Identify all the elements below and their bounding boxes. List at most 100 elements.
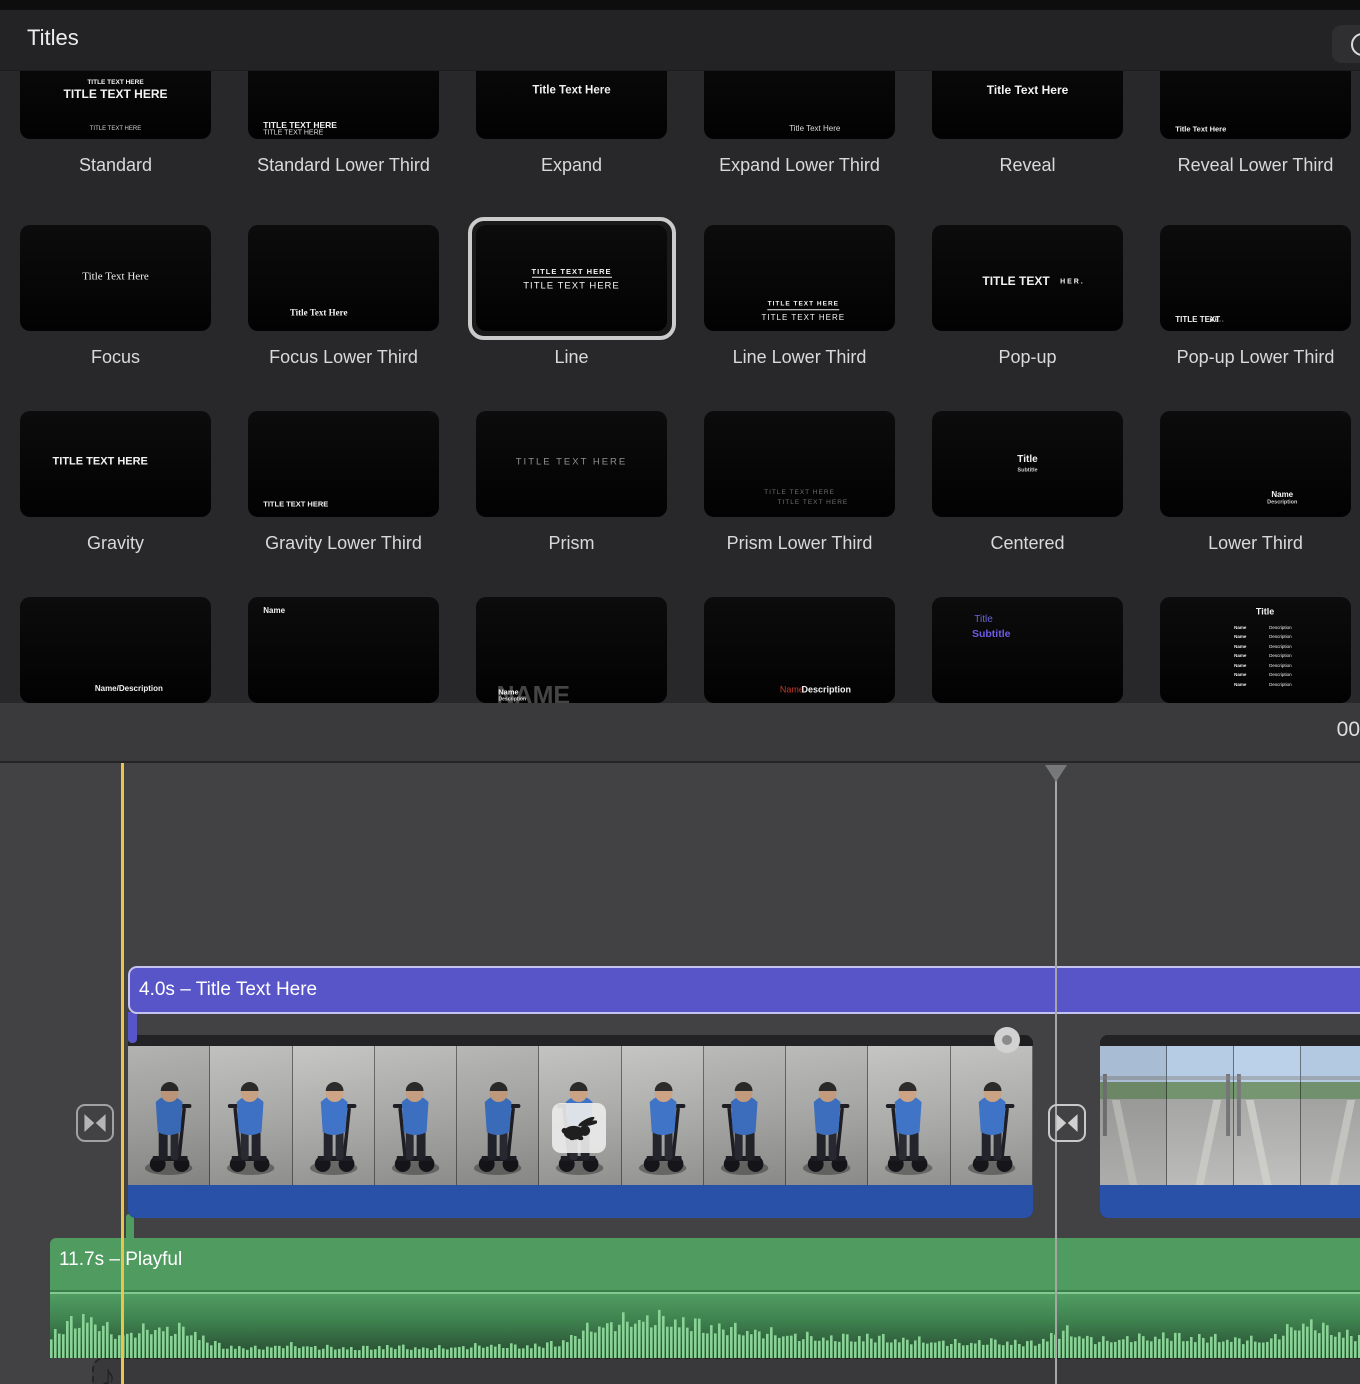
title-item-row4-2[interactable]: Name [248,597,439,703]
rabbit-speed-icon[interactable] [552,1103,606,1153]
thumbnail-preview-text: Title [1256,607,1274,616]
film-frame [457,1046,539,1185]
thumbnail-preview-text: Description [1269,664,1292,669]
title-item-prism[interactable]: TITLE TEXT HEREPrism [476,411,667,517]
title-thumbnail[interactable]: TITLE TEXT HERETITLE TEXT HERE [476,225,667,331]
thumbnail-preview-text: Title [1017,455,1037,465]
transition-icon-right[interactable] [1048,1104,1086,1142]
title-item-row4-6[interactable]: Title Name Description Name Description Name D… [1160,597,1351,703]
audio-clip[interactable]: 11.7s – Playful [50,1238,1360,1358]
thumbnail-preview-text: Name [1234,654,1246,659]
thumbnail-preview-text: H E . . [1210,319,1224,324]
title-item-label: Pop-up [940,346,1115,369]
title-item-label: Expand [484,154,659,177]
title-clip-bar[interactable]: 4.0s – Title Text Here [128,966,1360,1014]
thumbnail-preview-text: Description [1269,635,1292,640]
title-item-focus-lower-third[interactable]: Title Text HereFocus Lower Third [248,225,439,331]
title-thumbnail[interactable]: NameDescription [704,597,895,703]
thumbnail-preview-text: Title Text Here [1175,126,1226,134]
thumbnail-preview-text: Name/Description [95,685,163,693]
skimmer-triangle-icon [1045,765,1067,782]
thumbnail-preview-text: Title [974,615,993,625]
title-thumbnail[interactable]: Name/Description [20,597,211,703]
title-thumbnail[interactable]: Title Text Here [248,225,439,331]
audio-waveform [50,1296,1360,1358]
film-frame [210,1046,292,1185]
video-clip-2[interactable] [1100,1035,1360,1218]
title-item-prism-lower-third[interactable]: TITLE TEXT HERETITLE TEXT HEREPrism Lowe… [704,411,895,517]
title-thumbnail[interactable]: TITLE TEXT HERE TITLE TEXT HERE [704,411,895,517]
thumbnail-preview-text: Subtitle [1017,469,1037,475]
thumbnail-preview-text: Name [1234,635,1246,640]
title-item-pop-up[interactable]: TITLE TEXTH E R .Pop-up [932,225,1123,331]
film-frame [1167,1046,1234,1185]
title-thumbnail[interactable]: Title Subtitle [932,411,1123,517]
panel-title: Titles [27,25,79,51]
title-item-lower-third[interactable]: NameDescriptionLower Third [1160,411,1351,517]
thumbnail-preview-text: Subtitle [972,629,1011,640]
thumbnail-preview-text: Name [1234,664,1246,669]
title-item-row4-5[interactable]: Title Subtitle [932,597,1123,703]
ruler-timecode: 00 [1337,718,1360,742]
title-item-focus[interactable]: Title Text HereFocus [20,225,211,331]
title-item-pop-up-lower-third[interactable]: TITLE TEXTH E . .Pop-up Lower Third [1160,225,1351,331]
thumbnail-preview-text: Description [1269,654,1292,659]
thumbnail-preview-text: Description [1269,625,1292,630]
title-item-gravity[interactable]: TITLE TEXT HEREGravity [20,411,211,517]
title-item-line-lower-third[interactable]: TITLE TEXT HERETITLE TEXT HERELine Lower… [704,225,895,331]
title-item-label: Centered [940,532,1115,555]
title-thumbnail[interactable]: TITLE TEXTH E R . [932,225,1123,331]
imovie-window: TITLE TEXT HERETITLE TEXT HERETITLE TEXT… [0,0,1360,1384]
title-item-label: Pop-up Lower Third [1168,346,1343,369]
title-thumbnail[interactable]: Title Text Here [20,225,211,331]
search-button[interactable] [1332,25,1360,63]
thumbnail-preview-text: TITLE TEXT HERE [777,500,848,507]
thumbnail-preview-text: Description [1269,645,1292,650]
title-thumbnail[interactable]: TITLE TEXT HERE [476,411,667,517]
title-item-row4-1[interactable]: Name/Description [20,597,211,703]
title-clip-connector [128,1012,137,1043]
skimmer-playhead[interactable] [1055,765,1057,1384]
thumbnail-preview-text: Name [1234,645,1246,650]
thumbnail-preview-text: TITLE TEXT HERE [762,314,846,322]
playhead[interactable] [121,763,124,1384]
speed-handle-icon[interactable] [994,1027,1020,1053]
thumbnail-preview-text: TITLE TEXT HERE [516,457,627,467]
title-thumbnail[interactable]: NameDescription [1160,411,1351,517]
timeline-ruler[interactable]: 00 [0,703,1360,763]
title-item-label: Reveal Lower Third [1168,154,1343,177]
film-frame [704,1046,786,1185]
title-thumbnail[interactable]: TITLE TEXT HERE [20,411,211,517]
speed-range-bar[interactable] [128,1035,1007,1046]
background-music-well[interactable] [92,1357,1360,1384]
title-item-label: Standard Lower Third [256,154,431,177]
audio-clip-name-band: 11.7s – Playful [50,1238,1360,1290]
title-thumbnail[interactable]: Name [248,597,439,703]
title-item-centered[interactable]: TitleSubtitleCentered [932,411,1123,517]
speed-range-bar[interactable] [1100,1035,1360,1046]
title-thumbnail[interactable]: Title Subtitle [932,597,1123,703]
film-frame [293,1046,375,1185]
clip-audio-strip [128,1185,1033,1218]
title-item-gravity-lower-third[interactable]: TITLE TEXT HEREGravity Lower Third [248,411,439,517]
thumbnail-preview-text: Description [1267,500,1297,506]
transition-icon-left[interactable] [76,1104,114,1142]
bowtie-transition-icon [1054,1111,1080,1135]
title-item-row4-4[interactable]: NameDescription [704,597,895,703]
film-frame [951,1046,1033,1185]
title-thumbnail[interactable]: NAMENameDescription [476,597,667,703]
thumbnail-preview-text: TITLE TEXT HERE [764,489,835,496]
title-thumbnail[interactable]: TITLE TEXT HERETITLE TEXT HERE [704,225,895,331]
title-thumbnail[interactable]: TITLE TEXT HERE [248,411,439,517]
title-item-row4-3[interactable]: NAMENameDescription [476,597,667,703]
title-thumbnail[interactable]: TITLE TEXTH E . . [1160,225,1351,331]
thumbnail-preview-text: TITLE TEXT HERE [531,267,611,278]
thumbnail-preview-text: Description [1269,673,1292,678]
title-item-label: Line [484,346,659,369]
thumbnail-preview-text: Description [801,686,851,695]
title-item-line[interactable]: TITLE TEXT HERETITLE TEXT HERELine [476,225,667,331]
thumbnail-preview-text: Title Text Here [532,86,610,98]
thumbnail-preview-text: Name [1271,491,1293,499]
title-item-label: Standard [28,154,203,177]
title-thumbnail[interactable]: Title Name Description Name Description Name D… [1160,597,1351,703]
